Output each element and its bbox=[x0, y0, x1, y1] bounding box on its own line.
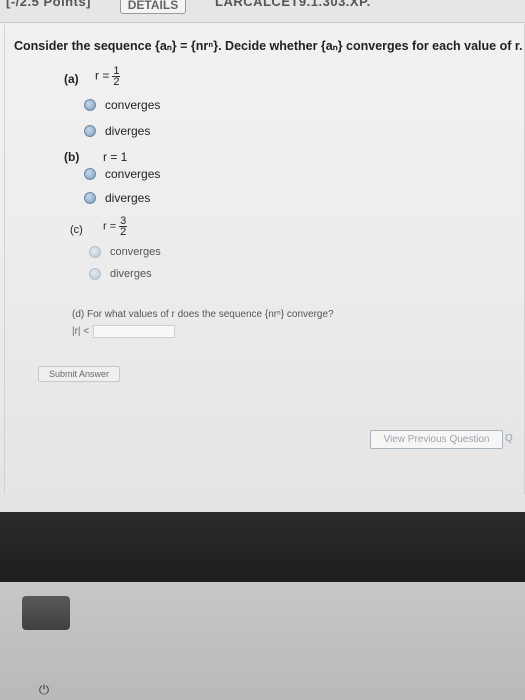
question-text: Consider the sequence {aₙ} = {nrⁿ}. Deci… bbox=[14, 39, 523, 53]
laptop-bezel bbox=[0, 512, 525, 582]
part-d-answer-row: |r| < bbox=[72, 325, 176, 338]
part-c-label: (c) bbox=[70, 224, 83, 236]
part-d-question: (d) For what values of r does the sequen… bbox=[72, 309, 334, 320]
part-b-r-value: r = 1 bbox=[103, 150, 128, 164]
next-question-button[interactable]: Q bbox=[505, 430, 525, 447]
part-a-fraction: 12 bbox=[112, 65, 121, 88]
part-c-option-converges[interactable]: converges bbox=[89, 246, 161, 258]
radio-button[interactable] bbox=[84, 168, 96, 180]
option-label: diverges bbox=[105, 124, 151, 138]
radio-button[interactable] bbox=[84, 99, 96, 111]
header-bar: [-/2.5 Points] DETAILS LARCALCET9.1.303.… bbox=[0, 0, 525, 23]
question-panel bbox=[4, 24, 525, 494]
part-a-numerator: 1 bbox=[113, 65, 120, 77]
part-b-option-diverges[interactable]: diverges bbox=[84, 191, 150, 205]
option-label: converges bbox=[110, 246, 161, 258]
part-a-option-diverges[interactable]: diverges bbox=[84, 124, 150, 138]
option-label: converges bbox=[105, 167, 161, 181]
submit-answer-button[interactable]: Submit Answer bbox=[38, 366, 120, 382]
part-a-label: (a) bbox=[64, 72, 79, 86]
part-a-r-prefix: r = bbox=[95, 68, 110, 83]
part-a-r-value: r = 1 2 bbox=[95, 65, 121, 88]
laptop-hinge bbox=[22, 596, 70, 630]
abs-r-label: |r| < bbox=[72, 326, 90, 337]
radio-button[interactable] bbox=[84, 125, 96, 137]
part-b-option-converges[interactable]: converges bbox=[84, 167, 160, 181]
part-b-label: (b) bbox=[64, 150, 80, 164]
part-c-option-diverges[interactable]: diverges bbox=[89, 268, 152, 280]
part-a-option-converges[interactable]: converges bbox=[84, 98, 160, 112]
option-label: diverges bbox=[110, 268, 152, 280]
part-c-r-value: r = 3 2 bbox=[103, 215, 128, 238]
part-c-fraction: 32 bbox=[119, 215, 128, 238]
part-c-numerator: 3 bbox=[120, 215, 127, 227]
view-previous-question-button[interactable]: View Previous Question bbox=[370, 430, 503, 449]
points-label: [-/2.5 Points] bbox=[6, 0, 92, 9]
power-icon[interactable]: ⏻ bbox=[37, 683, 51, 697]
part-c-r-prefix: r = bbox=[103, 220, 117, 233]
radio-button[interactable] bbox=[89, 268, 101, 280]
laptop-base bbox=[0, 582, 525, 700]
part-a-denominator: 2 bbox=[112, 76, 121, 88]
problem-id: LARCALCET9.1.303.XP. bbox=[215, 0, 371, 9]
radio-button[interactable] bbox=[89, 246, 101, 258]
details-button[interactable]: DETAILS bbox=[120, 0, 186, 14]
browser-screen: [-/2.5 Points] DETAILS LARCALCET9.1.303.… bbox=[0, 0, 525, 512]
option-label: diverges bbox=[105, 191, 151, 205]
part-c-denominator: 2 bbox=[119, 226, 128, 238]
part-d-answer-input[interactable] bbox=[93, 325, 176, 338]
radio-button[interactable] bbox=[84, 192, 96, 204]
option-label: converges bbox=[105, 98, 161, 112]
